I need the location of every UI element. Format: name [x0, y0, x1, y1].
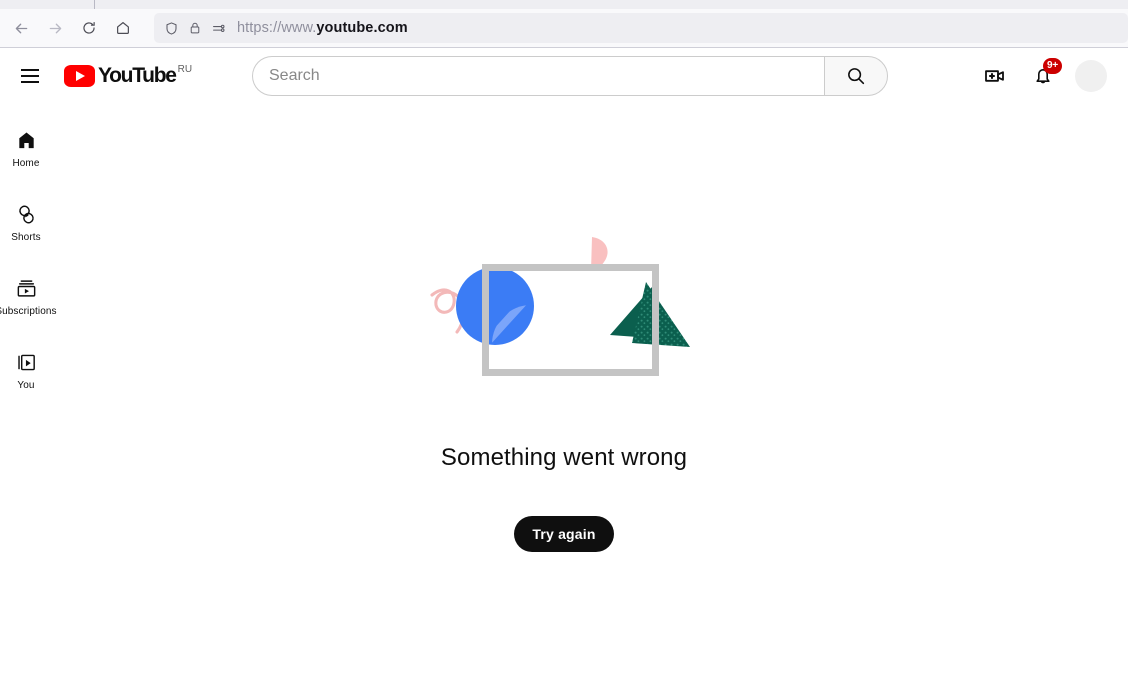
page-body: Home Shorts Subscriptions You Something …: [0, 104, 1128, 684]
browser-nav-bar: https://www.youtube.com: [0, 9, 1128, 47]
youtube-logo[interactable]: YouTube RU: [64, 63, 192, 89]
guide-menu-button[interactable]: [10, 56, 50, 96]
youtube-wordmark: YouTube: [98, 64, 177, 87]
browser-chrome: https://www.youtube.com: [0, 0, 1128, 48]
search-icon: [848, 68, 865, 85]
broken-frame-illustration: [424, 229, 704, 389]
hamburger-line: [21, 69, 39, 71]
back-arrow-icon: [15, 23, 27, 33]
search-input[interactable]: [269, 67, 824, 85]
url-text: https://www.youtube.com: [237, 20, 408, 36]
home-button[interactable]: [106, 12, 140, 44]
page-title: Something went wrong: [440, 444, 688, 471]
masthead-end: 9+: [975, 56, 1111, 96]
url-host: youtube.com: [316, 20, 408, 36]
notifications-button[interactable]: 9+: [1023, 56, 1063, 96]
url-scheme: https://www.: [237, 20, 317, 36]
account-button[interactable]: [1071, 56, 1111, 96]
country-code: RU: [177, 64, 193, 75]
reload-icon: [83, 21, 95, 34]
url-bar[interactable]: https://www.youtube.com: [154, 13, 1128, 43]
tab-divider: [94, 0, 95, 9]
create-button[interactable]: [975, 56, 1015, 96]
forward-arrow-icon: [49, 23, 61, 33]
search-input-wrap[interactable]: [252, 56, 824, 96]
home-icon: [117, 22, 129, 34]
try-again-button[interactable]: Try again: [514, 516, 614, 552]
notification-badge: 9+: [1043, 58, 1063, 74]
lock-icon[interactable]: [188, 21, 202, 35]
permissions-icon[interactable]: [211, 21, 226, 36]
tab-strip: [0, 0, 1128, 9]
teal-triangle-right: [632, 282, 690, 347]
hamburger-line: [21, 81, 39, 83]
back-button[interactable]: [4, 12, 38, 44]
youtube-masthead: YouTube RU Search 9+: [0, 48, 1128, 104]
illustration-svg: [430, 237, 690, 376]
hamburger-line: [21, 75, 39, 77]
shield-icon[interactable]: [164, 21, 179, 36]
forward-button[interactable]: [38, 12, 72, 44]
masthead-center: [252, 56, 888, 96]
masthead-start: YouTube RU: [10, 56, 192, 96]
search-button[interactable]: [824, 56, 888, 96]
youtube-play-icon: [64, 65, 95, 87]
reload-button[interactable]: [72, 12, 106, 44]
avatar: [1075, 60, 1107, 92]
error-state: Something went wrong Try again: [0, 104, 1128, 684]
search-form: [252, 56, 888, 96]
create-video-icon: [985, 70, 1004, 82]
